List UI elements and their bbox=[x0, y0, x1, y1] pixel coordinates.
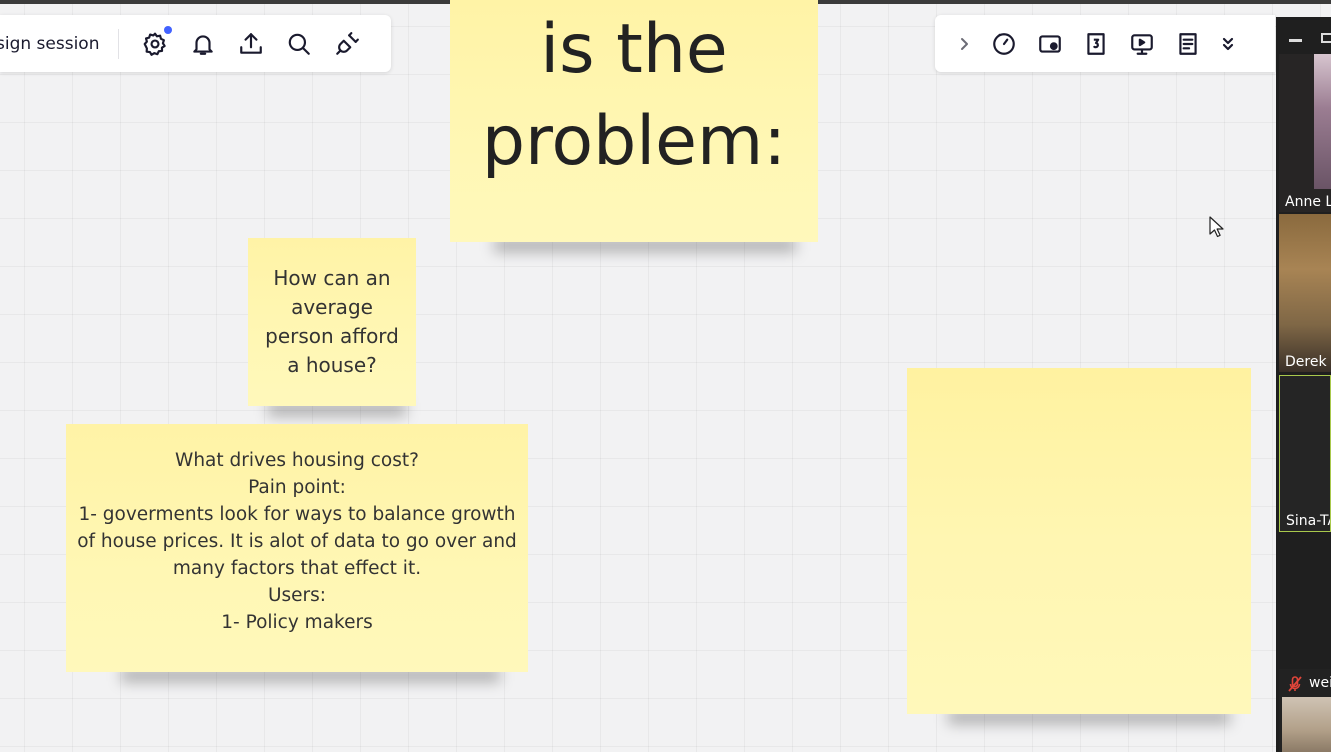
chevrons-down-icon[interactable] bbox=[1216, 26, 1240, 62]
pain-line-5: many factors that effect it. bbox=[172, 558, 422, 579]
search-icon[interactable] bbox=[281, 26, 317, 62]
screen-share-icon[interactable] bbox=[1124, 26, 1160, 62]
sticky-title-line-2: problem: bbox=[481, 102, 787, 181]
video-call-panel: Anne L Derek Sina-TA wei bbox=[1276, 17, 1331, 752]
board-toolbar-left: sign session bbox=[0, 15, 391, 72]
sticky-question-text: How can an average person afford a house… bbox=[265, 266, 399, 377]
timer-icon[interactable] bbox=[986, 26, 1022, 62]
participant-name: Sina-TA bbox=[1286, 513, 1330, 529]
bell-icon[interactable] bbox=[185, 26, 221, 62]
sticky-note-pain-point[interactable]: What drives housing cost? Pain point: 1-… bbox=[66, 424, 528, 672]
plug-icon[interactable] bbox=[329, 26, 365, 62]
pain-line-4: of house prices. It is alot of data to g… bbox=[77, 531, 517, 552]
participant-name: Anne L bbox=[1285, 194, 1331, 210]
sticky-note-title[interactable]: is the problem: bbox=[450, 0, 818, 242]
maximize-icon[interactable] bbox=[1321, 33, 1331, 43]
notification-dot bbox=[164, 25, 173, 34]
mouse-cursor-icon bbox=[1209, 216, 1224, 238]
board-toolbar-right bbox=[935, 15, 1275, 72]
participant-tile[interactable]: wei bbox=[1279, 669, 1331, 752]
participant-name: Derek bbox=[1285, 354, 1327, 370]
sticky-note-empty[interactable] bbox=[907, 368, 1251, 714]
pain-line-2: Pain point: bbox=[248, 477, 346, 498]
participant-tile[interactable]: Derek bbox=[1279, 214, 1331, 372]
participant-video bbox=[1282, 697, 1331, 752]
participant-tile-active-speaker[interactable]: Sina-TA bbox=[1279, 375, 1331, 532]
chevron-right-icon[interactable] bbox=[952, 26, 976, 62]
participant-name: wei bbox=[1309, 675, 1331, 691]
settings-icon[interactable] bbox=[137, 25, 173, 62]
toolbar-divider bbox=[118, 28, 120, 59]
upload-icon[interactable] bbox=[233, 26, 269, 62]
pain-line-7: 1- Policy makers bbox=[221, 612, 373, 633]
notes-icon[interactable] bbox=[1170, 26, 1206, 62]
pain-line-3: 1- goverments look for ways to balance g… bbox=[78, 504, 516, 525]
participant-video bbox=[1314, 54, 1331, 189]
video-panel-header bbox=[1276, 17, 1331, 53]
participant-tile[interactable]: Anne L bbox=[1279, 54, 1331, 212]
sticky-title-line-1: is the bbox=[540, 10, 728, 89]
pain-line-6: Users: bbox=[267, 585, 327, 606]
present-icon[interactable] bbox=[1032, 26, 1068, 62]
sticky-note-question[interactable]: How can an average person afford a house… bbox=[248, 238, 416, 406]
counter-icon[interactable] bbox=[1078, 26, 1114, 62]
session-label[interactable]: sign session bbox=[0, 34, 99, 54]
mic-muted-icon bbox=[1288, 676, 1302, 692]
pain-line-1: What drives housing cost? bbox=[175, 450, 419, 471]
minimize-icon[interactable] bbox=[1289, 39, 1302, 42]
